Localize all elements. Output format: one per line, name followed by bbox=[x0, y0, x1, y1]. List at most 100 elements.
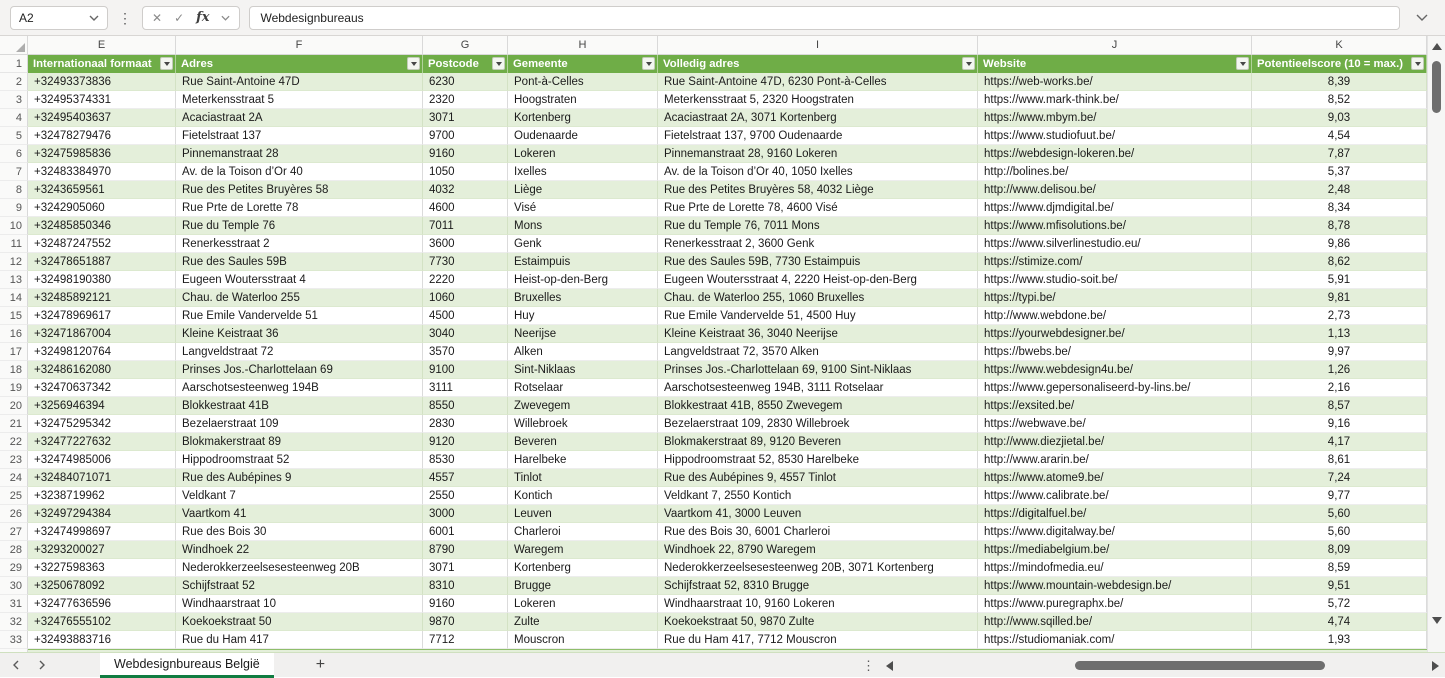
cell[interactable]: 8,78 bbox=[1252, 217, 1427, 235]
cell[interactable]: Mons bbox=[508, 217, 658, 235]
cell[interactable]: 4600 bbox=[423, 199, 508, 217]
filter-dropdown-icon[interactable] bbox=[160, 57, 173, 70]
cell[interactable]: 8,34 bbox=[1252, 199, 1427, 217]
cell[interactable]: 9,97 bbox=[1252, 343, 1427, 361]
cell[interactable]: +32493883716 bbox=[28, 631, 176, 649]
cell[interactable]: https://www.mfisolutions.be/ bbox=[978, 217, 1252, 235]
cell[interactable]: https://bwebs.be/ bbox=[978, 343, 1252, 361]
cell[interactable]: +32478279476 bbox=[28, 127, 176, 145]
cell[interactable]: +32498190380 bbox=[28, 271, 176, 289]
cell[interactable]: Rue des Petites Bruyères 58 bbox=[176, 181, 423, 199]
cell[interactable]: 7730 bbox=[423, 253, 508, 271]
cell[interactable]: 1050 bbox=[423, 163, 508, 181]
next-sheet-icon[interactable] bbox=[26, 660, 58, 670]
cell[interactable]: 9,77 bbox=[1252, 487, 1427, 505]
cell[interactable]: Kleine Keistraat 36 bbox=[176, 325, 423, 343]
cell[interactable]: Neerijse bbox=[508, 325, 658, 343]
cell[interactable]: +3293200027 bbox=[28, 541, 176, 559]
cell[interactable]: 3570 bbox=[423, 343, 508, 361]
table-header-G[interactable]: Postcode bbox=[423, 55, 508, 73]
cell[interactable]: 3600 bbox=[423, 235, 508, 253]
table-header-H[interactable]: Gemeente bbox=[508, 55, 658, 73]
cell[interactable]: +3227598363 bbox=[28, 559, 176, 577]
cell[interactable]: Windhaarstraat 10, 9160 Lokeren bbox=[658, 595, 978, 613]
cell[interactable]: Rue Saint-Antoine 47D bbox=[176, 73, 423, 91]
cell[interactable]: +3242905060 bbox=[28, 199, 176, 217]
cell[interactable]: Renerkesstraat 2, 3600 Genk bbox=[658, 235, 978, 253]
cell[interactable]: 6001 bbox=[423, 523, 508, 541]
cell[interactable]: Blokkestraat 41B, 8550 Zwevegem bbox=[658, 397, 978, 415]
insert-function-icon[interactable]: fx bbox=[196, 10, 209, 25]
cell[interactable]: 8,62 bbox=[1252, 253, 1427, 271]
cell[interactable]: Rue du Ham 417, 7712 Mouscron bbox=[658, 631, 978, 649]
cell[interactable]: 8,59 bbox=[1252, 559, 1427, 577]
cell[interactable]: Huy bbox=[508, 307, 658, 325]
cell[interactable]: 8,39 bbox=[1252, 73, 1427, 91]
cell[interactable]: Rue Prte de Lorette 78 bbox=[176, 199, 423, 217]
cell[interactable]: Zwevegem bbox=[508, 397, 658, 415]
cell[interactable]: Alken bbox=[508, 343, 658, 361]
cell[interactable]: Rue du Ham 417 bbox=[176, 631, 423, 649]
cell[interactable]: Av. de la Toison d’Or 40 bbox=[176, 163, 423, 181]
row-number[interactable]: 23 bbox=[0, 451, 28, 469]
cell[interactable]: Koekoekstraat 50, 9870 Zulte bbox=[658, 613, 978, 631]
cell[interactable]: +32470637342 bbox=[28, 379, 176, 397]
cell[interactable]: http://www.diezjietal.be/ bbox=[978, 433, 1252, 451]
row-number[interactable]: 25 bbox=[0, 487, 28, 505]
cell[interactable]: Blokmakerstraat 89 bbox=[176, 433, 423, 451]
row-number[interactable]: 7 bbox=[0, 163, 28, 181]
cell[interactable]: Rue Emile Vandervelde 51 bbox=[176, 307, 423, 325]
cell[interactable]: 2,16 bbox=[1252, 379, 1427, 397]
row-number[interactable]: 16 bbox=[0, 325, 28, 343]
cell[interactable]: Fietelstraat 137, 9700 Oudenaarde bbox=[658, 127, 978, 145]
cell[interactable]: Hippodroomstraat 52 bbox=[176, 451, 423, 469]
cell[interactable]: +32477636596 bbox=[28, 595, 176, 613]
cell[interactable]: 8,61 bbox=[1252, 451, 1427, 469]
cell[interactable]: 2,48 bbox=[1252, 181, 1427, 199]
cell[interactable]: +32495374331 bbox=[28, 91, 176, 109]
row-number[interactable]: 15 bbox=[0, 307, 28, 325]
cell[interactable]: 9100 bbox=[423, 361, 508, 379]
cell[interactable]: https://www.mountain-webdesign.be/ bbox=[978, 577, 1252, 595]
cell[interactable]: Lokeren bbox=[508, 145, 658, 163]
cell[interactable]: +32485892121 bbox=[28, 289, 176, 307]
cell[interactable]: https://webwave.be/ bbox=[978, 415, 1252, 433]
cell[interactable]: 8310 bbox=[423, 577, 508, 595]
cell[interactable]: https://webdesign-lokeren.be/ bbox=[978, 145, 1252, 163]
row-number[interactable]: 27 bbox=[0, 523, 28, 541]
row-number[interactable]: 12 bbox=[0, 253, 28, 271]
cell[interactable]: https://www.studio-soit.be/ bbox=[978, 271, 1252, 289]
cancel-icon[interactable]: ✕ bbox=[152, 11, 162, 25]
cell[interactable]: 9160 bbox=[423, 595, 508, 613]
cell[interactable]: 9,16 bbox=[1252, 415, 1427, 433]
cell[interactable]: 6230 bbox=[423, 73, 508, 91]
cell[interactable]: Veldkant 7, 2550 Kontich bbox=[658, 487, 978, 505]
cell[interactable]: +32471867004 bbox=[28, 325, 176, 343]
cell[interactable]: +32476555102 bbox=[28, 613, 176, 631]
cell[interactable]: http://www.ararin.be/ bbox=[978, 451, 1252, 469]
cell[interactable]: 5,60 bbox=[1252, 523, 1427, 541]
cell[interactable]: http://www.delisou.be/ bbox=[978, 181, 1252, 199]
cell[interactable]: https://www.studiofuut.be/ bbox=[978, 127, 1252, 145]
cell[interactable]: Kortenberg bbox=[508, 109, 658, 127]
cell[interactable]: https://yourwebdesigner.be/ bbox=[978, 325, 1252, 343]
row-number[interactable]: 17 bbox=[0, 343, 28, 361]
cell[interactable]: +32485850346 bbox=[28, 217, 176, 235]
filter-dropdown-icon[interactable] bbox=[1411, 57, 1424, 70]
cell[interactable]: Mouscron bbox=[508, 631, 658, 649]
cell[interactable]: Rue Saint-Antoine 47D, 6230 Pont-à-Celle… bbox=[658, 73, 978, 91]
cell[interactable]: +32497294384 bbox=[28, 505, 176, 523]
cell[interactable]: https://mediabelgium.be/ bbox=[978, 541, 1252, 559]
cell[interactable]: 4557 bbox=[423, 469, 508, 487]
cell[interactable]: http://bolines.be/ bbox=[978, 163, 1252, 181]
row-number[interactable]: 33 bbox=[0, 631, 28, 649]
cell[interactable]: 3071 bbox=[423, 109, 508, 127]
cell[interactable]: Pinnemanstraat 28 bbox=[176, 145, 423, 163]
cell[interactable]: +32474998697 bbox=[28, 523, 176, 541]
cell[interactable]: Meterkensstraat 5, 2320 Hoogstraten bbox=[658, 91, 978, 109]
cell[interactable]: +32477227632 bbox=[28, 433, 176, 451]
cell[interactable]: 9,51 bbox=[1252, 577, 1427, 595]
cell[interactable]: Nederokkerzeelsesesteenweg 20B, 3071 Kor… bbox=[658, 559, 978, 577]
scroll-down-icon[interactable] bbox=[1432, 617, 1442, 624]
select-all-corner[interactable] bbox=[0, 36, 28, 54]
